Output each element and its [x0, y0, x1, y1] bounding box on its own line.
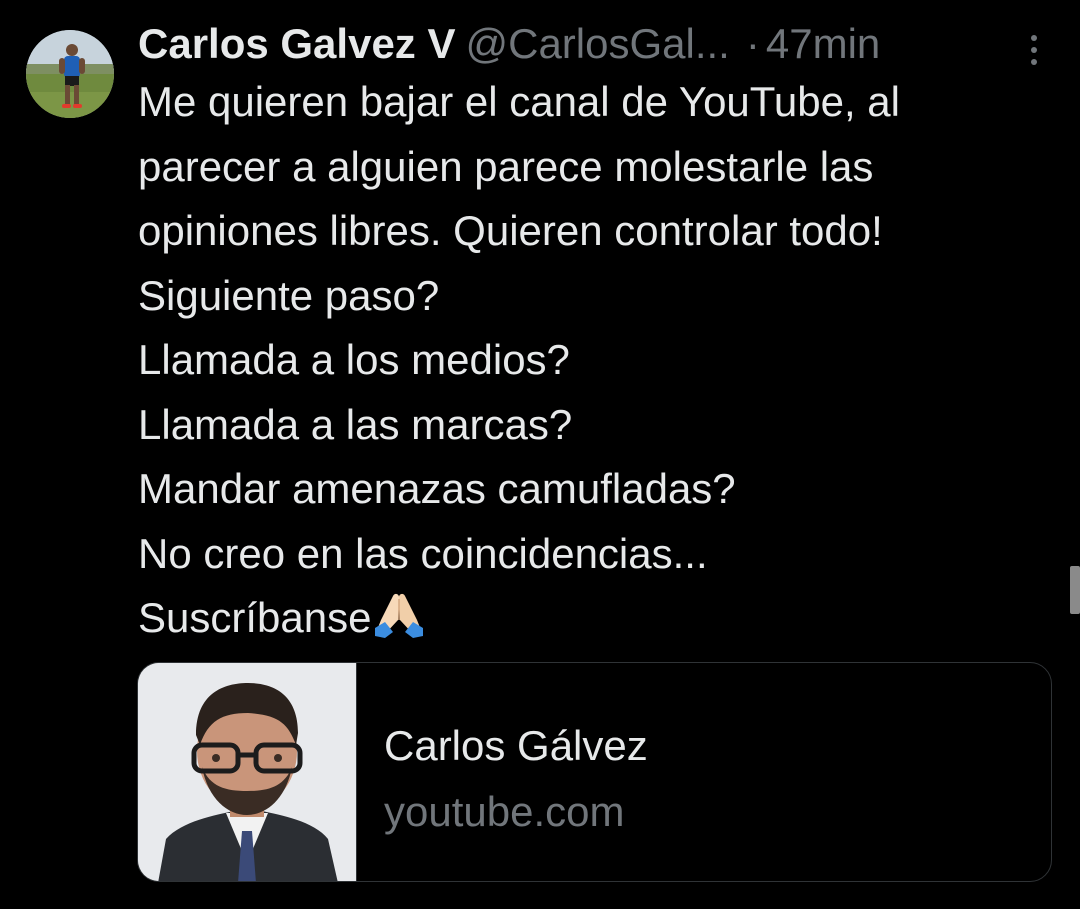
- tweet-text-line: Mandar amenazas camufladas?: [138, 465, 736, 512]
- tweet-text-last-line: Suscríbanse: [138, 586, 1068, 657]
- tweet[interactable]: Carlos Galvez V @CarlosGal... · 47min Me qu…: [0, 0, 1080, 909]
- tweet-text-line: Me quieren bajar el canal de YouTube, al: [138, 78, 900, 125]
- link-card-thumbnail: [138, 663, 357, 881]
- youtube-link-card[interactable]: Carlos Gálvez youtube.com: [137, 662, 1052, 882]
- tweet-text-line: opiniones libres. Quieren controlar todo…: [138, 207, 883, 254]
- tweet-text-line: No creo en las coincidencias...: [138, 529, 708, 577]
- person-portrait-photo-icon: [138, 663, 356, 881]
- tweet-header: Carlos Galvez V @CarlosGal... · 47min: [138, 16, 1068, 72]
- tweet-body: Me quieren bajar el canal de YouTube, al…: [138, 70, 1068, 657]
- header-separator: ·: [745, 20, 760, 67]
- tweet-text-line: Llamada a las marcas?: [138, 400, 573, 448]
- link-card-domain: youtube.com: [384, 788, 625, 835]
- tweet-text-line: Suscríbanse: [138, 594, 372, 641]
- tweet-text-line: Llamada a los medios?: [138, 336, 570, 383]
- folded-hands-emoji-icon: [373, 590, 425, 657]
- user-avatar-photo-icon: [26, 30, 114, 118]
- tweet-text-line: Siguiente paso?: [138, 271, 440, 319]
- page-scrollbar[interactable]: [1070, 566, 1080, 614]
- author-display-name[interactable]: Carlos Galvez V: [138, 20, 455, 67]
- author-handle[interactable]: @CarlosGal...: [465, 20, 729, 67]
- tweet-timestamp[interactable]: 47min: [766, 20, 880, 67]
- link-card-title: Carlos Gálvez: [384, 722, 648, 769]
- author-avatar[interactable]: [26, 30, 114, 118]
- tweet-text-line: parecer a alguien parece molestarle las: [138, 142, 874, 190]
- vertical-ellipsis-icon[interactable]: [1028, 34, 1040, 66]
